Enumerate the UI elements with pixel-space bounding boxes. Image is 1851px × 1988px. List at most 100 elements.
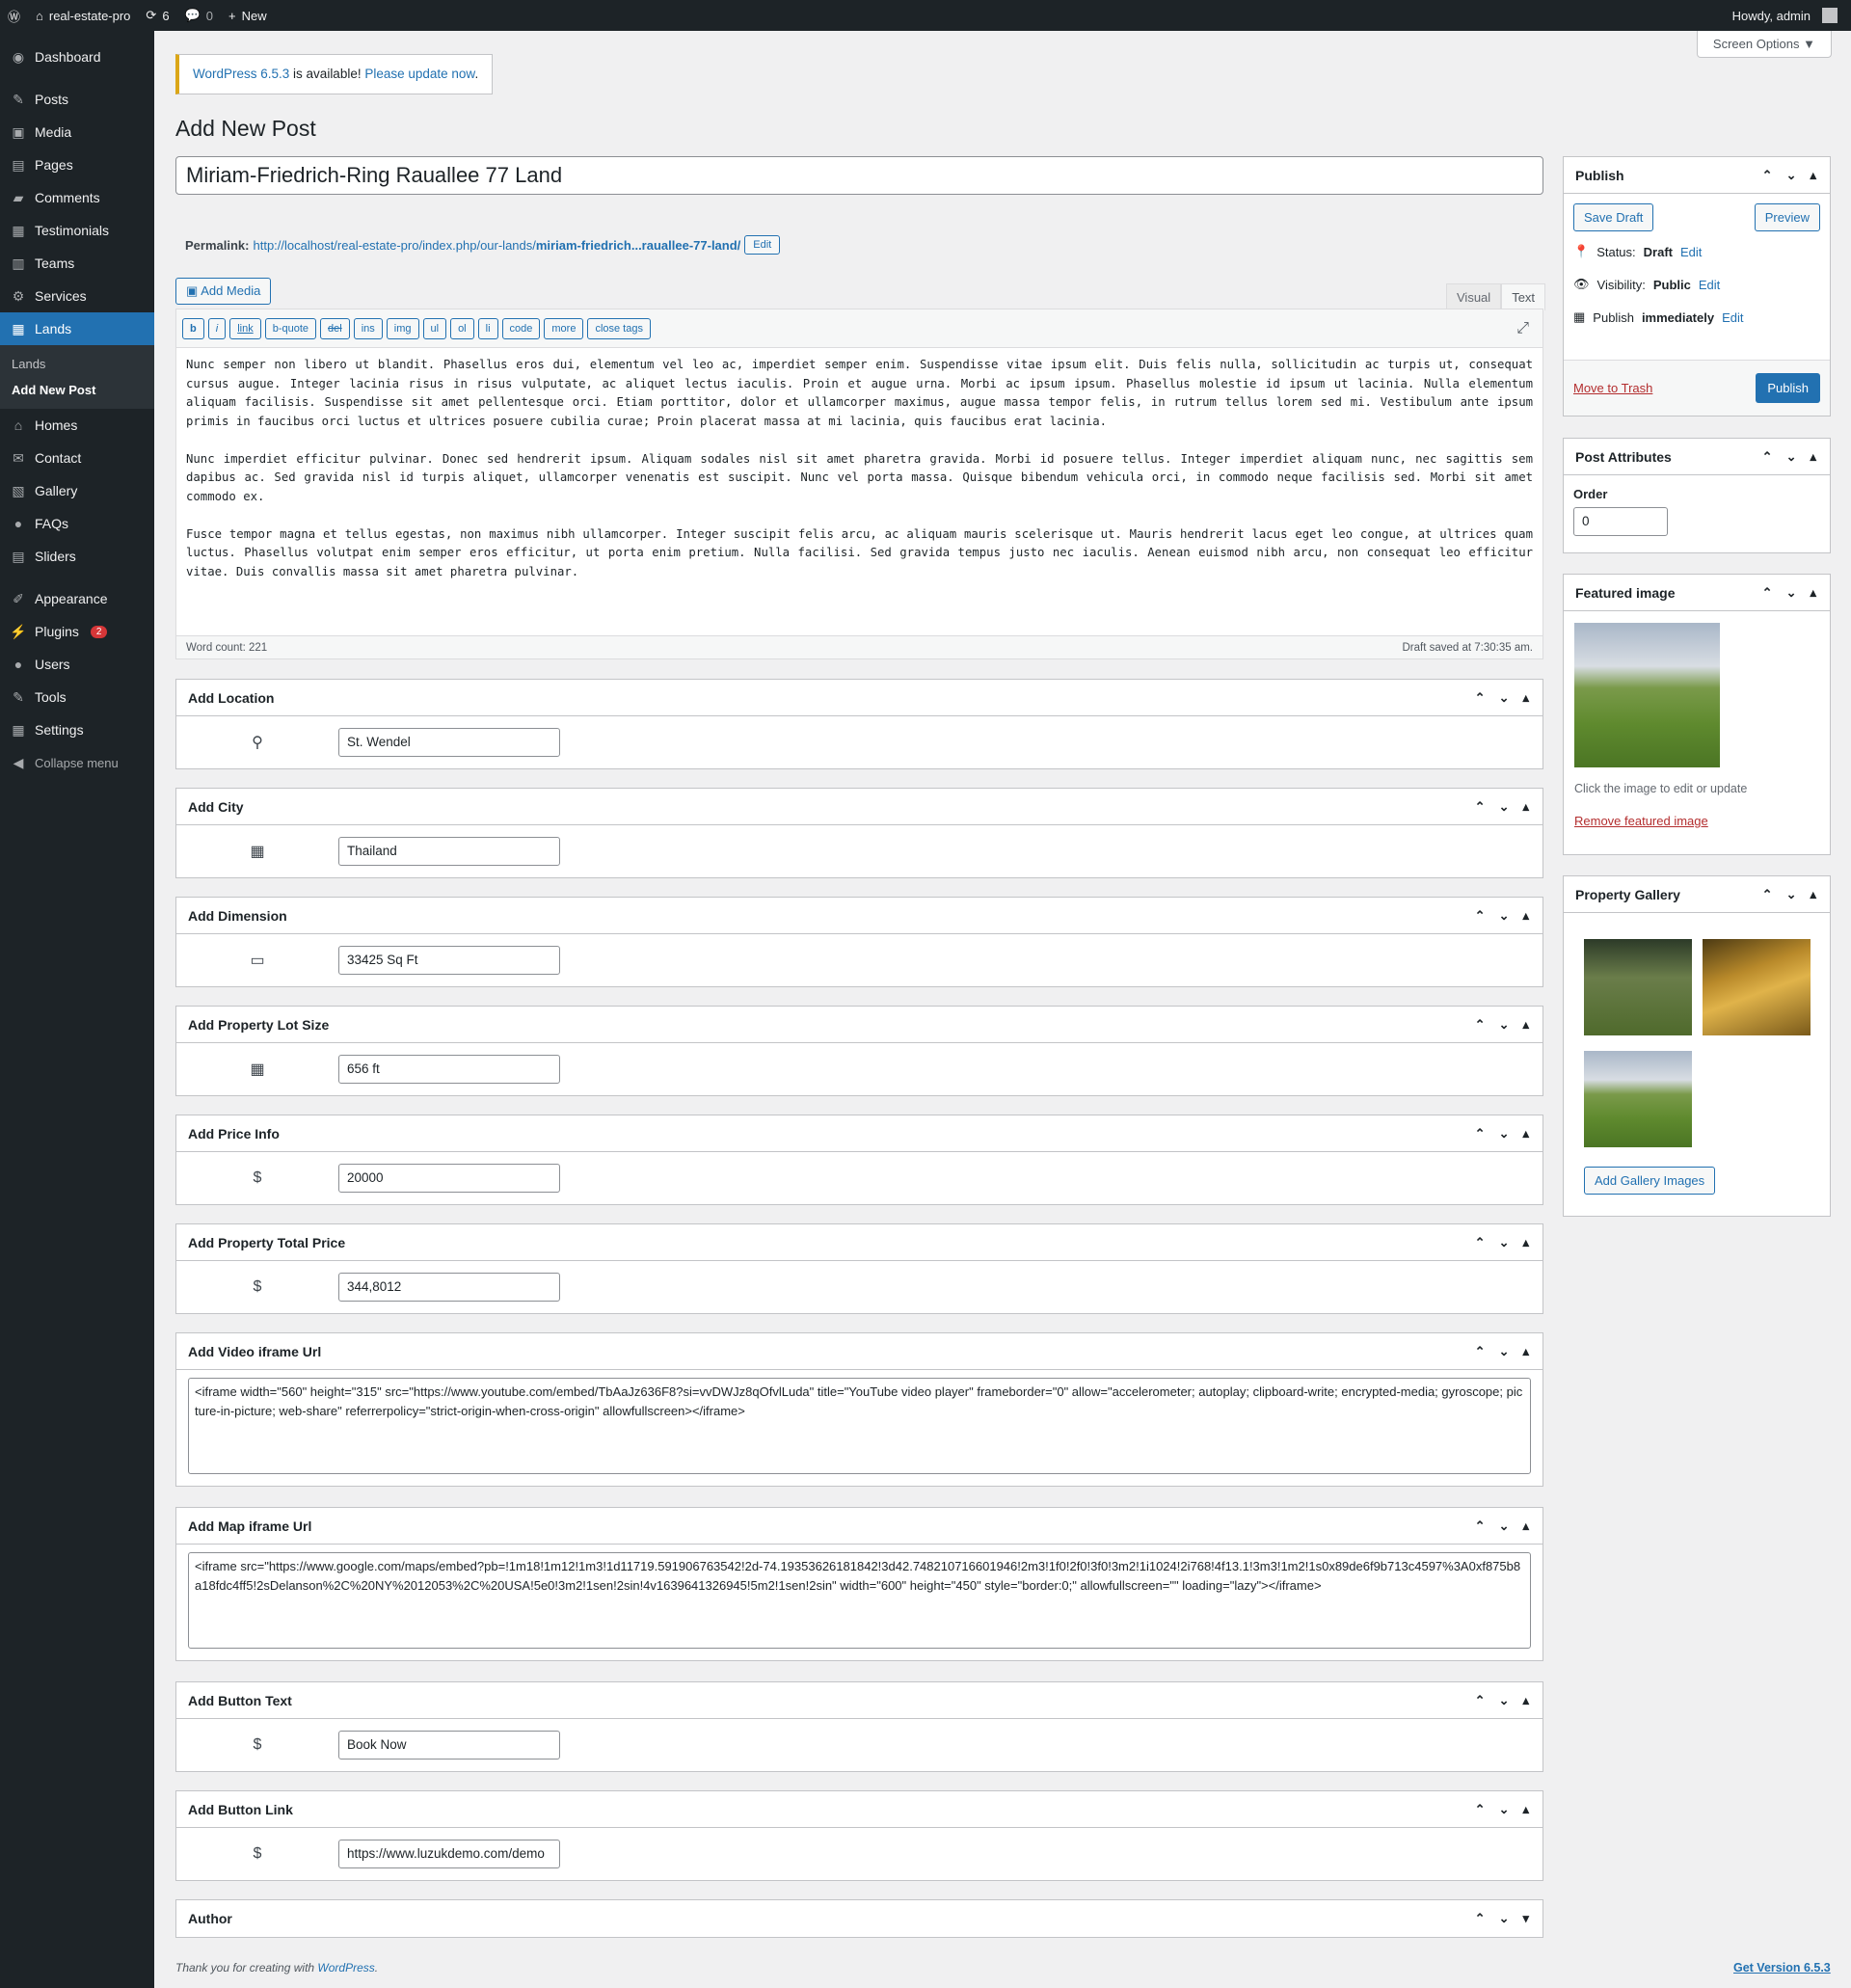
move-up-icon[interactable]: ⌃ xyxy=(1475,1235,1486,1250)
account-menu[interactable]: Howdy, admin xyxy=(1725,0,1851,31)
gallery-image[interactable] xyxy=(1703,939,1811,1035)
move-down-icon[interactable]: ⌄ xyxy=(1499,799,1510,815)
dimension-input[interactable]: 33425 Sq Ft xyxy=(338,946,560,975)
move-down-icon[interactable]: ⌄ xyxy=(1786,449,1797,465)
move-up-icon[interactable]: ⌃ xyxy=(1475,908,1486,924)
sidebar-item-lands[interactable]: ▦ Lands xyxy=(0,312,154,345)
button-link-input[interactable]: https://www.luzukdemo.com/demo xyxy=(338,1840,560,1868)
qt-more-button[interactable]: more xyxy=(544,317,584,339)
price-input[interactable]: 20000 xyxy=(338,1164,560,1193)
qt-ol-button[interactable]: ol xyxy=(450,317,474,339)
move-up-icon[interactable]: ⌃ xyxy=(1762,168,1773,183)
wordpress-footer-link[interactable]: WordPress xyxy=(317,1961,374,1975)
tab-text[interactable]: Text xyxy=(1501,283,1546,310)
move-down-icon[interactable]: ⌄ xyxy=(1499,1344,1510,1359)
move-down-icon[interactable]: ⌄ xyxy=(1786,887,1797,902)
move-up-icon[interactable]: ⌃ xyxy=(1475,690,1486,706)
sidebar-item-dashboard[interactable]: ◉ Dashboard xyxy=(0,40,154,73)
collapse-toggle-icon[interactable]: ▴ xyxy=(1522,1017,1529,1033)
sidebar-item-homes[interactable]: ⌂ Homes xyxy=(0,409,154,442)
move-down-icon[interactable]: ⌄ xyxy=(1499,908,1510,924)
publish-button[interactable]: Publish xyxy=(1756,373,1820,403)
add-media-button[interactable]: ▣ Add Media xyxy=(175,278,272,305)
sidebar-item-contact[interactable]: ✉ Contact xyxy=(0,442,154,474)
gallery-image[interactable] xyxy=(1584,1051,1692,1147)
collapse-toggle-icon[interactable]: ▴ xyxy=(1810,887,1816,902)
move-down-icon[interactable]: ⌄ xyxy=(1499,1235,1510,1250)
move-up-icon[interactable]: ⌃ xyxy=(1762,449,1773,465)
lot-size-input[interactable]: 656 ft xyxy=(338,1055,560,1084)
save-draft-button[interactable]: Save Draft xyxy=(1573,203,1654,231)
permalink-edit-button[interactable]: Edit xyxy=(744,235,781,255)
qt-italic-button[interactable]: i xyxy=(207,317,227,339)
collapse-toggle-icon[interactable]: ▴ xyxy=(1522,799,1529,815)
add-gallery-images-button[interactable]: Add Gallery Images xyxy=(1584,1167,1716,1195)
location-input[interactable]: St. Wendel xyxy=(338,728,560,757)
qt-ins-button[interactable]: ins xyxy=(353,317,383,339)
status-edit-link[interactable]: Edit xyxy=(1680,245,1702,259)
new-content-link[interactable]: + New xyxy=(221,0,275,31)
post-title-input[interactable]: Miriam-Friedrich-Ring Rauallee 77 Land xyxy=(175,156,1543,195)
sidebar-item-media[interactable]: ▣ Media xyxy=(0,116,154,148)
get-version-link[interactable]: Get Version 6.5.3 xyxy=(1733,1961,1831,1975)
order-input[interactable]: 0 xyxy=(1573,507,1668,536)
move-up-icon[interactable]: ⌃ xyxy=(1762,585,1773,601)
tab-visual[interactable]: Visual xyxy=(1446,283,1502,310)
move-down-icon[interactable]: ⌄ xyxy=(1499,1017,1510,1033)
sidebar-item-plugins[interactable]: ⚡ Plugins 2 xyxy=(0,615,154,648)
sidebar-item-tools[interactable]: ✎ Tools xyxy=(0,681,154,713)
move-up-icon[interactable]: ⌃ xyxy=(1762,887,1773,902)
sidebar-item-sliders[interactable]: ▤ Sliders xyxy=(0,540,154,573)
qt-close-tags-button[interactable]: close tags xyxy=(587,317,651,339)
collapse-toggle-icon[interactable]: ▴ xyxy=(1522,1802,1529,1817)
sidebar-item-pages[interactable]: ▤ Pages xyxy=(0,148,154,181)
publish-date-edit-link[interactable]: Edit xyxy=(1722,310,1743,325)
featured-image-thumbnail[interactable] xyxy=(1574,623,1720,767)
qt-del-button[interactable]: del xyxy=(320,317,350,339)
qt-li-button[interactable]: li xyxy=(477,317,498,339)
sidebar-item-faqs[interactable]: ● FAQs xyxy=(0,507,154,540)
sidebar-item-gallery[interactable]: ▧ Gallery xyxy=(0,474,154,507)
move-down-icon[interactable]: ⌄ xyxy=(1499,690,1510,706)
fullscreen-icon[interactable]: ⤢ xyxy=(1516,320,1529,337)
collapse-toggle-icon[interactable]: ▴ xyxy=(1810,168,1816,183)
move-up-icon[interactable]: ⌃ xyxy=(1475,1911,1486,1926)
sidebar-item-services[interactable]: ⚙ Services xyxy=(0,280,154,312)
preview-button[interactable]: Preview xyxy=(1754,203,1820,231)
collapse-toggle-icon[interactable]: ▴ xyxy=(1522,1518,1529,1534)
wordpress-version-link[interactable]: WordPress 6.5.3 xyxy=(193,67,289,81)
sidebar-item-comments[interactable]: ▰ Comments xyxy=(0,181,154,214)
collapse-toggle-icon[interactable]: ▴ xyxy=(1522,1235,1529,1250)
move-up-icon[interactable]: ⌃ xyxy=(1475,799,1486,815)
total-price-input[interactable]: 344,8012 xyxy=(338,1273,560,1302)
move-down-icon[interactable]: ⌄ xyxy=(1499,1693,1510,1708)
update-now-link[interactable]: Please update now xyxy=(364,67,474,81)
site-name-link[interactable]: ⌂ real-estate-pro xyxy=(28,0,138,31)
move-up-icon[interactable]: ⌃ xyxy=(1475,1126,1486,1142)
content-textarea[interactable]: Nunc semper non libero ut blandit. Phase… xyxy=(176,348,1542,626)
expand-toggle-icon[interactable]: ▾ xyxy=(1522,1911,1529,1926)
move-up-icon[interactable]: ⌃ xyxy=(1475,1802,1486,1817)
collapse-toggle-icon[interactable]: ▴ xyxy=(1522,908,1529,924)
sidebar-item-testimonials[interactable]: ▦ Testimonials xyxy=(0,214,154,247)
city-input[interactable]: Thailand xyxy=(338,837,560,866)
qt-ul-button[interactable]: ul xyxy=(422,317,447,339)
submenu-item-lands[interactable]: Lands xyxy=(0,351,154,377)
move-down-icon[interactable]: ⌄ xyxy=(1786,585,1797,601)
qt-bold-button[interactable]: b xyxy=(182,317,204,339)
move-down-icon[interactable]: ⌄ xyxy=(1499,1802,1510,1817)
move-up-icon[interactable]: ⌃ xyxy=(1475,1693,1486,1708)
qt-link-button[interactable]: link xyxy=(229,317,261,339)
button-text-input[interactable]: Book Now xyxy=(338,1731,560,1760)
sidebar-item-settings[interactable]: ▦ Settings xyxy=(0,713,154,746)
permalink-link[interactable]: http://localhost/real-estate-pro/index.p… xyxy=(253,238,740,253)
screen-options-button[interactable]: Screen Options ▼ xyxy=(1696,31,1832,58)
qt-blockquote-button[interactable]: b-quote xyxy=(264,317,317,339)
submenu-item-add-new-post[interactable]: Add New Post xyxy=(0,377,154,403)
move-down-icon[interactable]: ⌄ xyxy=(1786,168,1797,183)
move-up-icon[interactable]: ⌃ xyxy=(1475,1518,1486,1534)
collapse-toggle-icon[interactable]: ▴ xyxy=(1522,1126,1529,1142)
wordpress-logo-icon[interactable]: Ⓦ xyxy=(0,0,28,31)
move-up-icon[interactable]: ⌃ xyxy=(1475,1017,1486,1033)
move-up-icon[interactable]: ⌃ xyxy=(1475,1344,1486,1359)
